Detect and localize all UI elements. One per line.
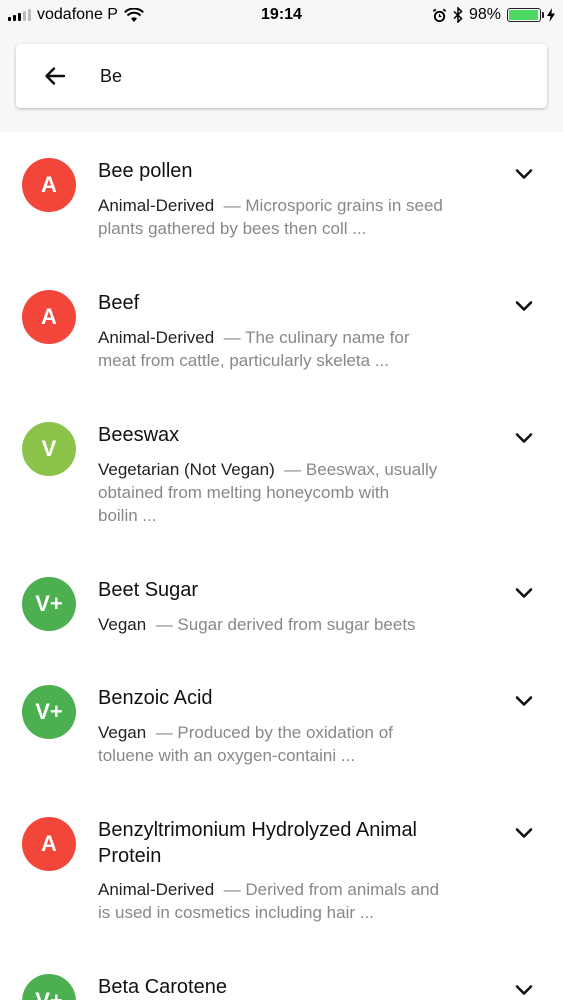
- chevron-down-icon: [515, 169, 533, 179]
- category-badge: V: [22, 422, 76, 476]
- carrier-label: vodafone P: [37, 6, 118, 23]
- category-badge: V+: [22, 685, 76, 739]
- list-item[interactable]: V+ Beet Sugar Vegan — Sugar derived from…: [0, 551, 563, 660]
- list-item[interactable]: V Beeswax Vegetarian (Not Vegan) — Beesw…: [0, 396, 563, 551]
- expand-button[interactable]: [512, 821, 536, 845]
- item-category: Animal-Derived: [98, 880, 215, 899]
- item-title: Beet Sugar: [98, 579, 199, 601]
- chevron-down-icon: [515, 828, 533, 838]
- category-badge: V+: [22, 577, 76, 631]
- charging-icon: [547, 8, 555, 22]
- chevron-down-icon: [515, 985, 533, 995]
- item-title: Bee pollen: [98, 160, 193, 182]
- item-title: Benzyltrimonium Hydrolyzed Animal Protei…: [98, 819, 418, 867]
- wifi-icon: [124, 7, 144, 22]
- item-description: Animal-Derived — Derived from animals an…: [98, 880, 440, 922]
- category-badge: A: [22, 817, 76, 871]
- back-button[interactable]: [30, 51, 80, 101]
- list-item[interactable]: A Beef Animal-Derived — The culinary nam…: [0, 264, 563, 396]
- item-category: Animal-Derived: [98, 328, 215, 347]
- item-title: Benzoic Acid: [98, 687, 213, 709]
- item-title: Beeswax: [98, 424, 180, 446]
- signal-icon: [8, 9, 31, 21]
- category-badge: A: [22, 290, 76, 344]
- expand-button[interactable]: [512, 426, 536, 450]
- status-right: 98%: [432, 6, 563, 24]
- expand-button[interactable]: [512, 581, 536, 605]
- expand-button[interactable]: [512, 294, 536, 318]
- chevron-down-icon: [515, 301, 533, 311]
- chevron-down-icon: [515, 696, 533, 706]
- category-badge: A: [22, 158, 76, 212]
- search-input[interactable]: [98, 64, 502, 88]
- item-category: Vegetarian (Not Vegan): [98, 460, 275, 479]
- item-title: Beta Carotene: [98, 976, 227, 998]
- expand-button[interactable]: [512, 689, 536, 713]
- status-bar: vodafone P 19:14 98%: [0, 0, 563, 30]
- results-list: A Bee pollen Animal-Derived — Microspori…: [0, 132, 563, 1000]
- item-category: Vegan: [98, 723, 147, 742]
- list-item[interactable]: A Benzyltrimonium Hydrolyzed Animal Prot…: [0, 792, 563, 950]
- item-description: Animal-Derived — The culinary name for m…: [98, 328, 410, 370]
- alarm-icon: [432, 8, 447, 22]
- list-item[interactable]: V+ Benzoic Acid Vegan — Produced by the …: [0, 660, 563, 792]
- arrow-left-icon: [45, 67, 66, 85]
- item-category: Vegan: [98, 615, 147, 634]
- item-title: Beef: [98, 292, 140, 314]
- chevron-down-icon: [515, 433, 533, 443]
- item-description: Vegetarian (Not Vegan) — Beeswax, usuall…: [98, 460, 438, 525]
- chevron-down-icon: [515, 588, 533, 598]
- list-item[interactable]: V+ Beta Carotene: [0, 950, 563, 1000]
- item-description: Vegan — Produced by the oxidation of tol…: [98, 723, 393, 765]
- bluetooth-icon: [453, 7, 463, 23]
- expand-button[interactable]: [512, 162, 536, 186]
- expand-button[interactable]: [512, 978, 536, 1000]
- battery-percent: 98%: [468, 6, 501, 23]
- status-left: vodafone P: [0, 6, 144, 24]
- item-description: Vegan — Sugar derived from sugar beets: [98, 615, 416, 634]
- battery-icon: [507, 8, 544, 22]
- category-badge: V+: [22, 974, 76, 1000]
- item-description: Animal-Derived — Microsporic grains in s…: [98, 196, 443, 238]
- list-item[interactable]: A Bee pollen Animal-Derived — Microspori…: [0, 132, 563, 264]
- item-category: Animal-Derived: [98, 196, 215, 215]
- search-bar: [16, 44, 547, 108]
